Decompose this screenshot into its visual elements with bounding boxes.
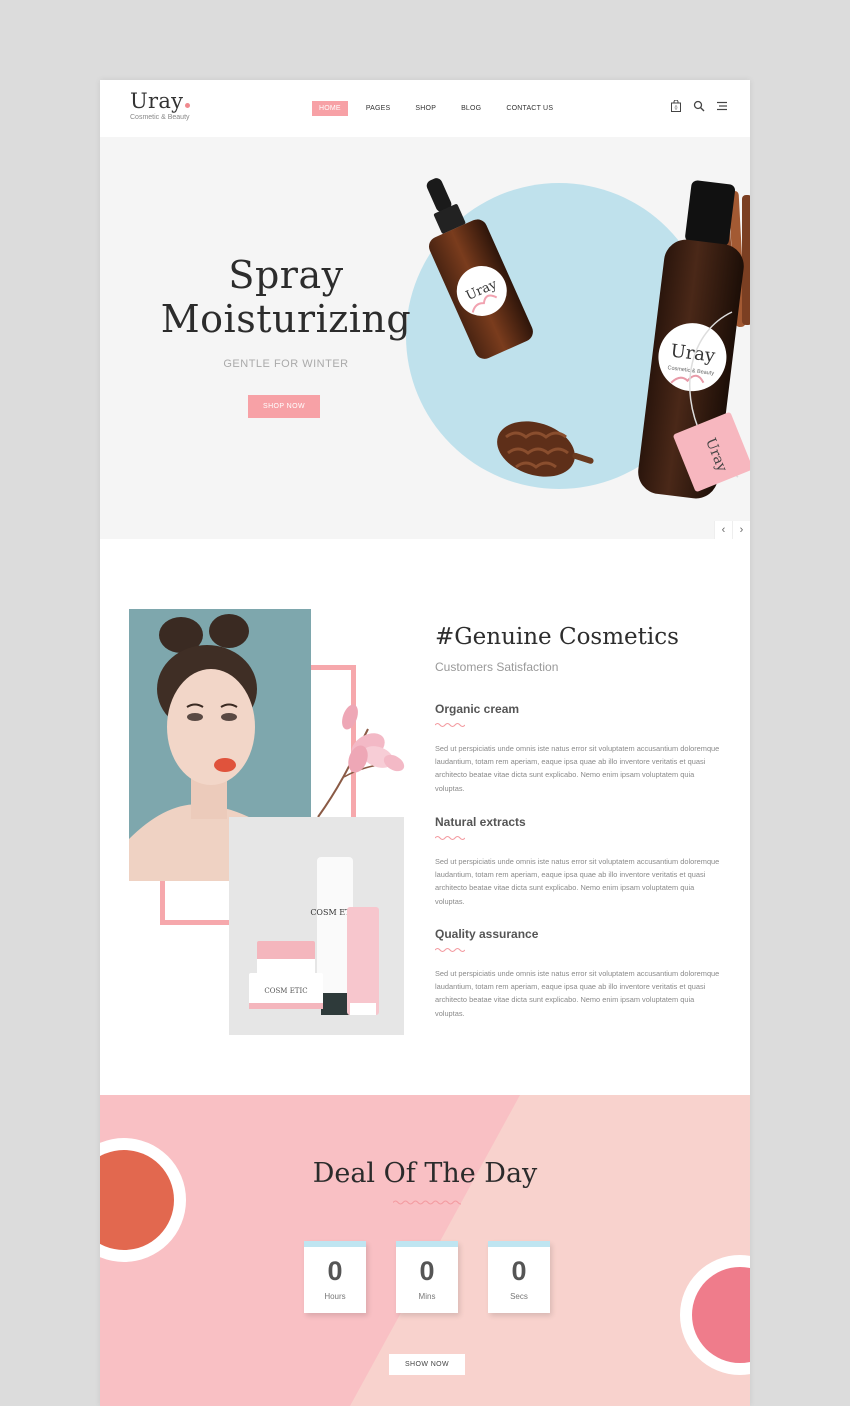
page: Uray Cosmetic & Beauty HOME PAGES SHOP B… (100, 80, 750, 1406)
wave-divider-icon (435, 723, 465, 727)
feature-title: Natural extracts (435, 815, 526, 829)
counter-value: 0 (511, 1256, 527, 1286)
wave-divider-icon (435, 948, 465, 952)
cart-count: 0 (675, 106, 678, 112)
logo-tagline: Cosmetic & Beauty (130, 114, 190, 121)
feature-natural-extracts: Natural extracts Sed ut perspiciatis und… (435, 815, 725, 908)
compact-powder-right-image (680, 1255, 750, 1375)
hero-title: Spray Moisturizing (156, 253, 416, 341)
search-icon[interactable] (693, 100, 705, 112)
slider-controls: ‹ › (714, 521, 750, 539)
nav-shop[interactable]: SHOP (408, 101, 443, 116)
wave-divider-icon (435, 836, 465, 840)
pine-cone (497, 421, 594, 477)
counter-value: 0 (419, 1256, 435, 1286)
dropper-bottle: Uray (426, 178, 533, 359)
counter-accent (304, 1241, 366, 1247)
section-subtitle: Customers Satisfaction (435, 660, 559, 674)
product-tube-image: COSM ETIC COSM ETIC (229, 817, 404, 1035)
hamburger-menu-icon[interactable] (716, 100, 728, 112)
hero-title-line1: Spray (228, 253, 344, 297)
site-header: Uray Cosmetic & Beauty HOME PAGES SHOP B… (100, 80, 750, 137)
feature-title: Quality assurance (435, 927, 539, 941)
shopping-bag-icon[interactable]: 0 (670, 100, 682, 112)
header-icons: 0 (670, 100, 728, 112)
feature-title: Organic cream (435, 702, 520, 716)
nav-pages[interactable]: PAGES (359, 101, 398, 116)
deal-title: Deal Of The Day (312, 1158, 538, 1189)
section-title: #Genuine Cosmetics (435, 624, 679, 650)
show-now-button[interactable]: SHOW NOW (389, 1354, 465, 1375)
counter-value: 0 (327, 1256, 343, 1286)
wave-divider-icon (393, 1200, 461, 1205)
deal-of-the-day-section: Deal Of The Day 0 Hours 0 Mins 0 Secs SH… (100, 1095, 750, 1406)
counter-label: Mins (418, 1292, 436, 1301)
hero-title-line2: Moisturizing (160, 297, 412, 341)
countdown-secs: 0 Secs (488, 1241, 550, 1313)
counter-accent (396, 1241, 458, 1247)
hero-subtitle: GENTLE FOR WINTER (223, 358, 349, 370)
logo-name: Uray (130, 89, 184, 113)
countdown-timer: 0 Hours 0 Mins 0 Secs (304, 1241, 550, 1313)
hero-product-image: Uray Uray Cosmetic & Beauty Uray (426, 178, 750, 499)
countdown-mins: 0 Mins (396, 1241, 458, 1313)
jar-label: COSM ETIC (264, 987, 307, 995)
feature-organic-cream: Organic cream Sed ut perspiciatis unde o… (435, 702, 725, 795)
hero-slider: Uray Uray Cosmetic & Beauty Uray Spray M… (100, 137, 750, 539)
compact-powder-left-image (100, 1138, 186, 1262)
nav-blog[interactable]: BLOG (454, 101, 488, 116)
feature-text: Sed ut perspiciatis unde omnis iste natu… (435, 969, 720, 1018)
countdown-hours: 0 Hours (304, 1241, 366, 1313)
logo-dot (185, 103, 191, 108)
counter-accent (488, 1241, 550, 1247)
slider-prev-button[interactable]: ‹ (714, 521, 732, 539)
shop-now-button[interactable]: SHOP NOW (248, 395, 320, 418)
slider-next-button[interactable]: › (732, 521, 750, 539)
counter-label: Hours (324, 1292, 346, 1301)
nav-contact-us[interactable]: CONTACT US (499, 101, 560, 116)
genuine-cosmetics-section: COSM ETIC COSM ETIC #Genuine Cosmetics C… (100, 539, 750, 1095)
feature-text: Sed ut perspiciatis unde omnis iste natu… (435, 857, 720, 906)
counter-label: Secs (510, 1292, 528, 1301)
main-nav: HOME PAGES SHOP BLOG CONTACT US (312, 101, 571, 116)
nav-home[interactable]: HOME (312, 101, 348, 116)
feature-quality-assurance: Quality assurance Sed ut perspiciatis un… (435, 927, 725, 1020)
magnolia-flower-image (317, 704, 405, 818)
logo[interactable]: Uray Cosmetic & Beauty (130, 89, 191, 121)
feature-text: Sed ut perspiciatis unde omnis iste natu… (435, 744, 720, 793)
